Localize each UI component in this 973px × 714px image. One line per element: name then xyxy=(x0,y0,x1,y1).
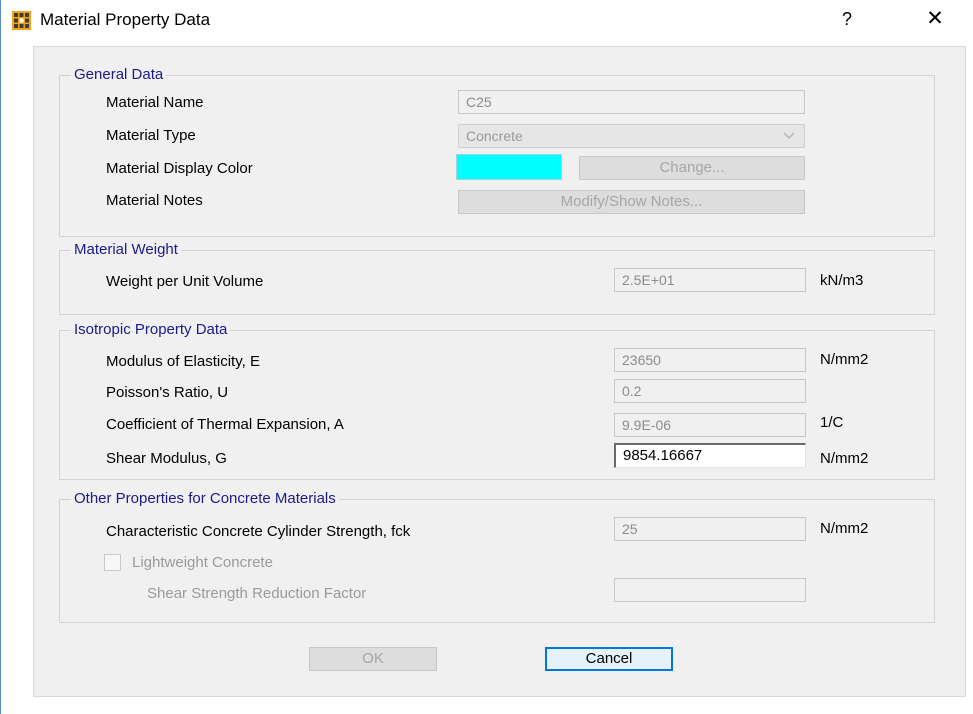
shear-strength-reduction-label: Shear Strength Reduction Factor xyxy=(147,585,367,602)
lightweight-concrete-label: Lightweight Concrete xyxy=(132,554,273,571)
weight-per-unit-volume-input[interactable]: 2.5E+01 xyxy=(614,268,806,292)
close-button[interactable]: ✕ xyxy=(923,6,947,31)
dialog-body: General Data Material Name C25 Material … xyxy=(33,46,966,697)
thermal-expansion-label: Coefficient of Thermal Expansion, A xyxy=(106,416,344,433)
material-notes-label: Material Notes xyxy=(106,192,203,209)
modulus-elasticity-input[interactable]: 23650 xyxy=(614,348,806,372)
thermal-expansion-unit: 1/C xyxy=(820,414,844,431)
weight-unit: kN/m3 xyxy=(820,272,864,289)
modulus-elasticity-unit: N/mm2 xyxy=(820,351,869,368)
chevron-down-icon xyxy=(783,132,795,139)
title-bar[interactable]: Material Property Data ? ✕ xyxy=(1,0,973,40)
display-color-label: Material Display Color xyxy=(106,160,253,177)
change-color-button[interactable]: Change... xyxy=(579,156,805,180)
material-name-label: Material Name xyxy=(106,94,204,111)
cancel-button[interactable]: Cancel xyxy=(545,647,673,671)
app-grid-icon xyxy=(12,11,31,30)
material-type-value: Concrete xyxy=(466,128,523,144)
window-left-border xyxy=(0,0,1,714)
fck-input[interactable]: 25 xyxy=(614,517,806,541)
general-data-title: General Data xyxy=(71,66,167,84)
material-name-input[interactable]: C25 xyxy=(458,90,805,114)
window-title: Material Property Data xyxy=(40,10,211,29)
thermal-expansion-input[interactable]: 9.9E-06 xyxy=(614,413,806,437)
modify-show-notes-button[interactable]: Modify/Show Notes... xyxy=(458,190,805,214)
fck-unit: N/mm2 xyxy=(820,520,869,537)
fck-label: Characteristic Concrete Cylinder Strengt… xyxy=(106,523,411,540)
poisson-ratio-label: Poisson's Ratio, U xyxy=(106,384,229,401)
poisson-ratio-input[interactable]: 0.2 xyxy=(614,379,806,403)
lightweight-concrete-checkbox[interactable] xyxy=(104,554,121,571)
isotropic-property-title: Isotropic Property Data xyxy=(71,321,231,339)
ok-button[interactable]: OK xyxy=(309,647,437,671)
shear-modulus-label: Shear Modulus, G xyxy=(106,450,227,467)
shear-modulus-unit: N/mm2 xyxy=(820,450,869,467)
concrete-properties-title: Other Properties for Concrete Materials xyxy=(71,490,339,508)
material-type-select[interactable]: Concrete xyxy=(458,124,805,148)
modulus-elasticity-label: Modulus of Elasticity, E xyxy=(106,353,260,370)
material-weight-title: Material Weight xyxy=(71,241,181,259)
shear-modulus-input[interactable]: 9854.16667 xyxy=(614,443,806,468)
weight-per-unit-volume-label: Weight per Unit Volume xyxy=(106,273,264,290)
shear-strength-reduction-input[interactable] xyxy=(614,578,806,602)
help-button[interactable]: ? xyxy=(839,9,855,30)
display-color-swatch xyxy=(456,154,562,180)
material-type-label: Material Type xyxy=(106,127,196,144)
